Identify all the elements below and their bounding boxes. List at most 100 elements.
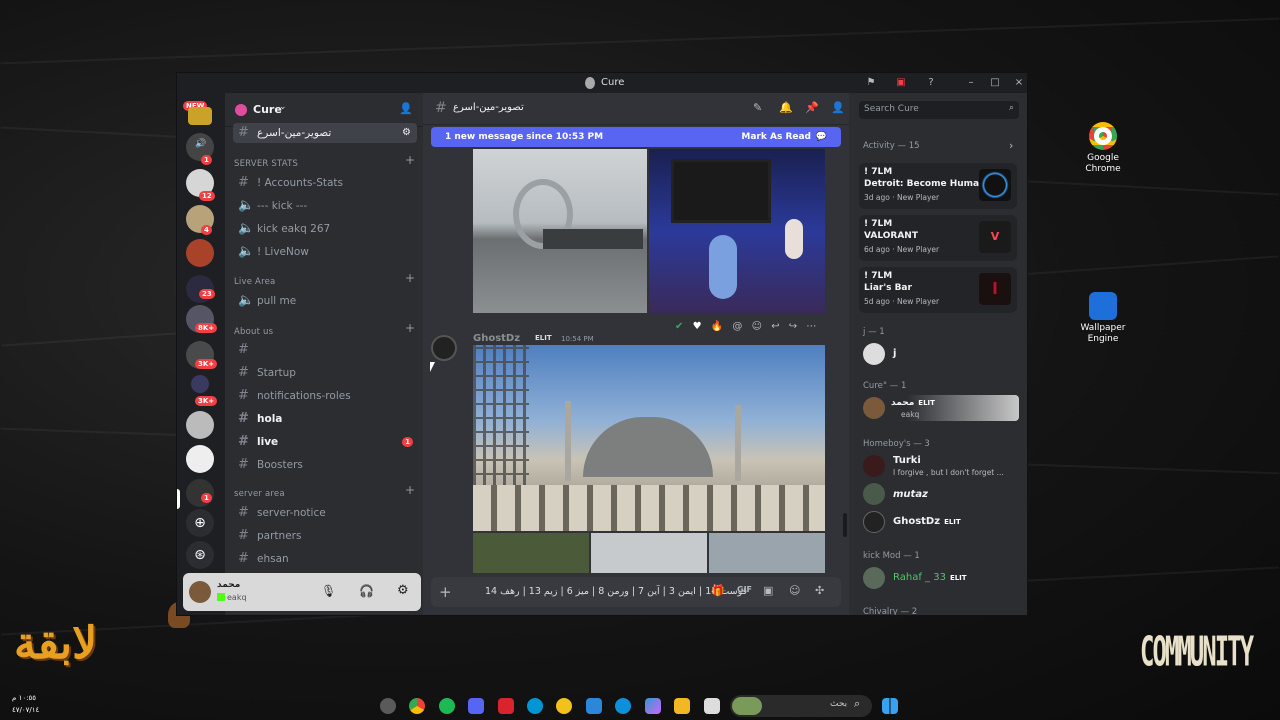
inbox-icon[interactable]: ⚑	[865, 77, 877, 89]
server-icon[interactable]	[186, 445, 214, 473]
attachment-image[interactable]	[473, 149, 647, 313]
add-attachment-icon[interactable]: +	[439, 583, 452, 601]
mention-icon[interactable]: @	[732, 321, 742, 332]
channel-item[interactable]: # ! Accounts-Stats	[233, 173, 417, 193]
channel-item[interactable]: 🔈 --- kick ---	[233, 196, 417, 216]
threads-icon[interactable]: ✎	[753, 101, 762, 114]
attachment-image[interactable]	[649, 149, 825, 313]
author-avatar[interactable]	[431, 335, 457, 361]
minimize-icon[interactable]: –	[965, 77, 977, 89]
attachment-image[interactable]	[709, 533, 825, 573]
member-avatar[interactable]	[863, 511, 885, 533]
headphones-icon[interactable]: 🎧	[359, 584, 374, 598]
add-channel-icon[interactable]: +	[405, 153, 415, 167]
server-icon[interactable]	[191, 375, 209, 393]
invite-icon[interactable]: 👤	[399, 102, 413, 115]
add-channel-icon[interactable]: +	[405, 483, 415, 497]
more-icon[interactable]: ⋯	[806, 321, 816, 332]
sticker-icon[interactable]: ▣	[763, 584, 773, 597]
member-name[interactable]: j	[893, 348, 896, 359]
channel-item[interactable]: 🔈 pull me	[233, 291, 417, 311]
mark-as-read-button[interactable]: Mark As Read	[741, 127, 811, 147]
channel-item[interactable]: 🔈 kick eakq 267	[233, 219, 417, 239]
activity-card[interactable]: ! 7LM Detroit: Become Human 3d ago · New…	[859, 163, 1017, 209]
check-reaction-icon[interactable]: ✔	[675, 321, 683, 332]
settings-icon[interactable]: ⚙	[402, 123, 411, 143]
category-about-us[interactable]: About us	[234, 327, 273, 337]
channel-item[interactable]: # partners	[233, 526, 417, 546]
store-icon[interactable]	[586, 698, 602, 714]
windows-start-icon[interactable]	[882, 698, 898, 714]
fire-reaction-icon[interactable]: 🔥	[711, 321, 723, 332]
channel-item[interactable]: # hola	[233, 409, 417, 429]
member-highlight[interactable]: محمد ELIT eakq	[859, 395, 1019, 421]
emoji-icon[interactable]: ☺	[752, 321, 762, 332]
clock-area[interactable]: ١٠:٥٥ م ٤٧/٠٧/١٤	[12, 692, 52, 718]
attachment-image[interactable]	[473, 345, 825, 531]
hp-icon[interactable]	[527, 698, 543, 714]
discord-icon[interactable]	[468, 698, 484, 714]
server-icon[interactable]	[186, 239, 214, 267]
search-input[interactable]: Search Cure ⌕	[859, 101, 1019, 119]
taskbar-search[interactable]: بحث ⌕	[730, 695, 872, 717]
member-name[interactable]: Turki	[893, 455, 921, 466]
member-name[interactable]: mutaz	[893, 489, 928, 500]
pin-icon[interactable]: 📌	[805, 101, 819, 114]
scrollbar[interactable]	[843, 513, 847, 537]
channel-item[interactable]: # ehsan	[233, 549, 417, 569]
add-server-button[interactable]: ⊕	[186, 509, 214, 537]
channel-item[interactable]: # notifications-roles	[233, 386, 417, 406]
channel-item[interactable]: 🔈! LiveNow	[233, 242, 417, 262]
member-avatar[interactable]	[863, 483, 885, 505]
heart-reaction-icon[interactable]: ♥	[693, 321, 702, 332]
emoji-icon[interactable]: ☺	[789, 584, 800, 597]
member-avatar[interactable]	[863, 343, 885, 365]
spotify-icon[interactable]	[439, 698, 455, 714]
server-header[interactable]: Cure ⌄ 👤	[225, 93, 423, 127]
gif-icon[interactable]: GIF	[737, 585, 752, 594]
member-name[interactable]: Rahaf _ 33 ELIT	[893, 572, 967, 583]
close-icon[interactable]: ×	[1013, 77, 1025, 89]
help-icon[interactable]: ?	[925, 77, 937, 89]
desktop-icon-wallpaper-engine[interactable]: Wallpaper Engine	[1068, 292, 1138, 345]
desktop-icon-chrome[interactable]: Google Chrome	[1068, 122, 1138, 175]
activity-card[interactable]: ! 7LM VALORANT 6d ago · New Player V	[859, 215, 1017, 261]
category-server-stats[interactable]: SERVER STATS	[234, 159, 298, 169]
chrome-icon[interactable]	[409, 698, 425, 714]
attachment-image[interactable]	[591, 533, 707, 573]
reply-icon[interactable]: ↩	[771, 321, 779, 332]
member-name[interactable]: GhostDz ELIT	[893, 516, 961, 527]
category-server-area[interactable]: server area	[234, 489, 285, 499]
gift-icon[interactable]: 🎁	[711, 584, 725, 597]
help-app-icon[interactable]	[556, 698, 572, 714]
members-icon[interactable]: 👤	[831, 101, 845, 114]
channel-item[interactable]: # server-notice	[233, 503, 417, 523]
add-channel-icon[interactable]: +	[405, 321, 415, 335]
attachment-image[interactable]	[473, 533, 589, 573]
file-explorer-icon[interactable]	[674, 698, 690, 714]
channel-item-selected[interactable]: # تصوير-مين-اسرع ⚙	[233, 123, 417, 143]
taskbar-app-icon[interactable]	[704, 698, 720, 714]
copilot-icon[interactable]	[645, 698, 661, 714]
channel-item[interactable]: # Boosters	[233, 455, 417, 475]
screen-icon[interactable]: ▣	[895, 77, 907, 89]
discover-button[interactable]: ⊛	[186, 541, 214, 569]
avatar[interactable]	[189, 581, 211, 603]
channel-item[interactable]: # live 1	[233, 432, 417, 452]
settings-icon[interactable]: ⚙	[397, 583, 409, 598]
antivirus-icon[interactable]	[498, 698, 514, 714]
edge-icon[interactable]	[615, 698, 631, 714]
server-icon[interactable]	[188, 107, 212, 125]
new-messages-bar[interactable]: 1 new message since 10:53 PM Mark As Rea…	[431, 127, 841, 147]
message-composer[interactable]: + قوست 14 | ايمن 3 | آين 7 | ورمن 8 | مي…	[431, 577, 841, 607]
forward-icon[interactable]: ↪	[789, 321, 797, 332]
activity-header[interactable]: Activity — 15	[863, 141, 920, 151]
apps-icon[interactable]: ✣	[815, 584, 824, 597]
member-avatar[interactable]	[863, 567, 885, 589]
taskbar-app-icon[interactable]	[380, 698, 396, 714]
message-author[interactable]: GhostDz	[473, 333, 520, 344]
activity-card[interactable]: ! 7LM Liar's Bar 5d ago · New Player l	[859, 267, 1017, 313]
add-channel-icon[interactable]: +	[405, 271, 415, 285]
channel-item[interactable]: # Startup	[233, 363, 417, 383]
channel-item[interactable]: #	[233, 340, 417, 360]
